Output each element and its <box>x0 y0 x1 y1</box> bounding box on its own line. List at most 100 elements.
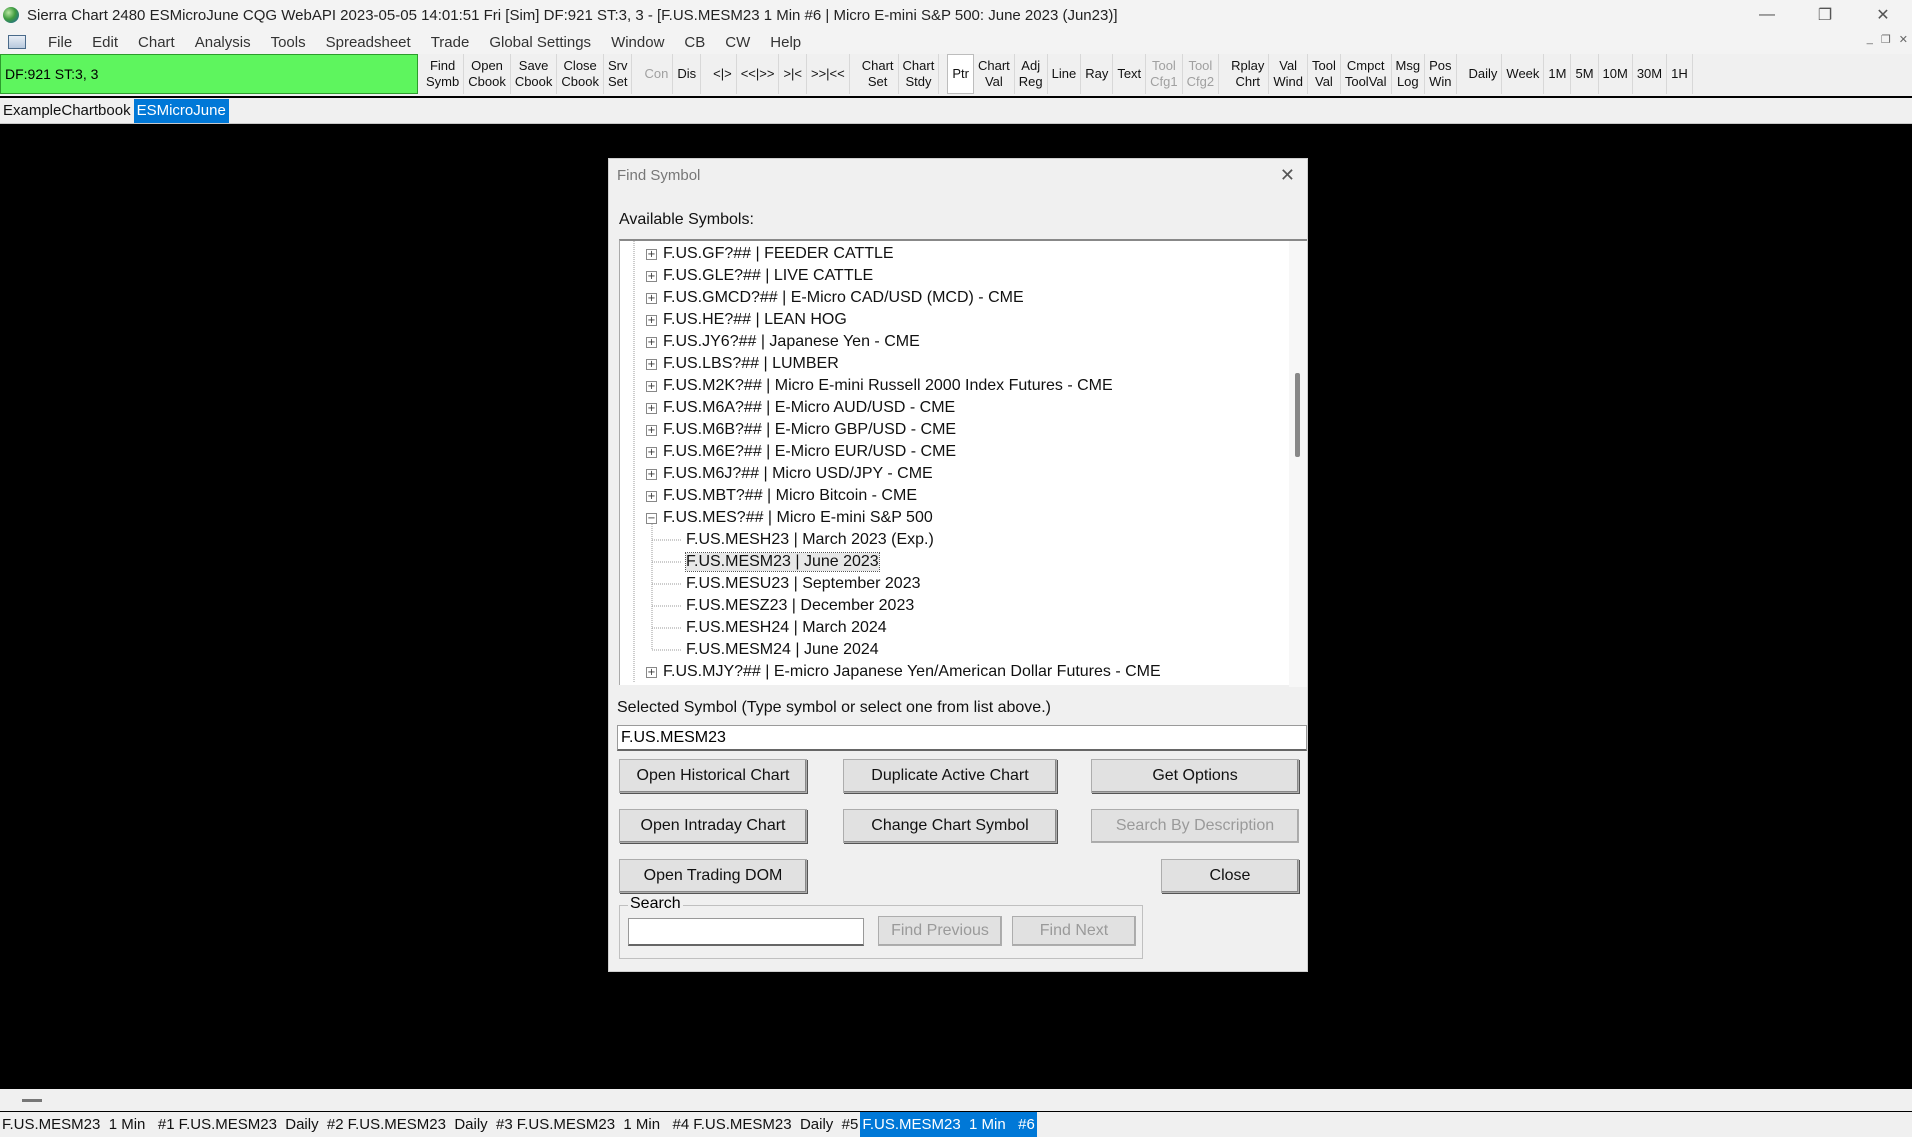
expand-plus-icon[interactable]: + <box>646 402 657 414</box>
mdi-restore-icon[interactable]: ❐ <box>1881 33 1891 46</box>
chart-tab-2[interactable]: F.US.MESM23 Daily #2 <box>177 1112 346 1137</box>
find-next-button[interactable]: Find Next <box>1012 916 1136 946</box>
scroll-thumb[interactable] <box>22 1099 42 1102</box>
tree-symbol-group[interactable]: − F.US.MES?## | Micro E-mini S&P 500 <box>646 507 933 529</box>
tree-symbol-group[interactable]: + F.US.M6B?## | E-Micro GBP/USD - CME <box>646 419 956 441</box>
expand-plus-icon[interactable]: + <box>646 336 657 348</box>
expand-plus-icon[interactable]: + <box>646 314 657 326</box>
change-chart-symbol-button[interactable]: Change Chart Symbol <box>843 809 1057 843</box>
open-intraday-chart-button[interactable]: Open Intraday Chart <box>619 809 807 843</box>
expand-plus-icon[interactable]: + <box>646 424 657 436</box>
toolbar-button-16[interactable]: Line <box>1048 54 1082 94</box>
toolbar-button-15[interactable]: Adj Reg <box>1015 54 1048 94</box>
toolbar-button-19[interactable]: Tool Cfg1 <box>1146 54 1183 94</box>
toolbar-button-5[interactable]: Con <box>640 54 674 94</box>
close-icon[interactable]: ✕ <box>1854 0 1912 30</box>
dialog-close-icon[interactable]: ✕ <box>1280 165 1295 186</box>
tree-contract-item[interactable]: F.US.MESH24 | March 2024 <box>686 617 887 639</box>
tree-symbol-group[interactable]: + F.US.GF?## | FEEDER CATTLE <box>646 243 894 265</box>
toolbar-button-12[interactable]: Chart Stdy <box>899 54 940 94</box>
mdi-minimize-icon[interactable]: _ <box>1867 33 1873 46</box>
toolbar-button-22[interactable]: Val Wind <box>1269 54 1308 94</box>
toolbar-button-1[interactable]: Open Cbook <box>464 54 511 94</box>
mdi-close-icon[interactable]: ✕ <box>1899 33 1908 46</box>
tree-contract-item[interactable]: F.US.MESZ23 | December 2023 <box>686 595 914 617</box>
chart-tab-4[interactable]: F.US.MESM23 1 Min #4 <box>515 1112 692 1137</box>
tree-symbol-group[interactable]: + F.US.MJY?## | E-micro Japanese Yen/Amer… <box>646 661 1161 683</box>
tree-contract-item[interactable]: F.US.MESH23 | March 2023 (Exp.) <box>686 529 934 551</box>
menu-file[interactable]: File <box>38 34 82 51</box>
toolbar-button-10[interactable]: >>|<< <box>807 54 850 94</box>
toolbar-button-27[interactable]: Daily <box>1465 54 1503 94</box>
minimize-icon[interactable]: — <box>1738 0 1796 30</box>
toolbar-button-6[interactable]: Dis <box>673 54 702 94</box>
toolbar-button-25[interactable]: Msg Log <box>1392 54 1426 94</box>
toolbar-button-8[interactable]: <<|>> <box>737 54 780 94</box>
menu-cw[interactable]: CW <box>715 34 760 51</box>
expand-plus-icon[interactable]: + <box>646 666 657 678</box>
tree-contract-item[interactable]: F.US.MESM23 | June 2023 <box>685 551 880 573</box>
toolbar-button-29[interactable]: 1M <box>1544 54 1572 94</box>
toolbar-button-24[interactable]: Cmpct ToolVal <box>1341 54 1392 94</box>
tree-scroll-thumb[interactable] <box>1295 373 1300 457</box>
duplicate-active-chart-button[interactable]: Duplicate Active Chart <box>843 759 1057 793</box>
toolbar-button-9[interactable]: >|< <box>779 54 807 94</box>
toolbar-button-20[interactable]: Tool Cfg2 <box>1183 54 1220 94</box>
toolbar-button-18[interactable]: Text <box>1113 54 1147 94</box>
chart-tab-3[interactable]: F.US.MESM23 Daily #3 <box>346 1112 515 1137</box>
close-button[interactable]: Close <box>1161 859 1299 893</box>
selected-symbol-input[interactable]: F.US.MESM23 <box>617 725 1307 751</box>
toolbar-button-30[interactable]: 5M <box>1571 54 1599 94</box>
expand-plus-icon[interactable]: + <box>646 358 657 370</box>
mdi-document-icon[interactable] <box>8 35 26 49</box>
menu-tools[interactable]: Tools <box>261 34 316 51</box>
tree-symbol-group[interactable]: + F.US.M6E?## | E-Micro EUR/USD - CME <box>646 441 956 463</box>
toolbar-button-28[interactable]: Week <box>1502 54 1545 94</box>
tree-symbol-group[interactable]: + F.US.M2K?## | Micro E-mini Russell 2000… <box>646 375 1113 397</box>
tree-scrollbar[interactable] <box>1289 241 1307 687</box>
find-previous-button[interactable]: Find Previous <box>878 916 1002 946</box>
menu-help[interactable]: Help <box>760 34 811 51</box>
toolbar-button-3[interactable]: Close Cbook <box>557 54 604 94</box>
toolbar-button-11[interactable]: Chart Set <box>858 54 899 94</box>
menu-edit[interactable]: Edit <box>82 34 128 51</box>
tree-symbol-group[interactable]: + F.US.GMCD?## | E-Micro CAD/USD (MCD) - … <box>646 287 1024 309</box>
toolbar-button-31[interactable]: 10M <box>1599 54 1633 94</box>
menu-trade[interactable]: Trade <box>421 34 480 51</box>
tree-contract-item[interactable]: F.US.MESU23 | September 2023 <box>686 573 921 595</box>
tree-contract-item[interactable]: F.US.MESM24 | June 2024 <box>686 639 879 661</box>
menu-window[interactable]: Window <box>601 34 674 51</box>
toolbar-button-21[interactable]: Rplay Chrt <box>1227 54 1270 94</box>
expand-plus-icon[interactable]: + <box>646 468 657 480</box>
toolbar-button-26[interactable]: Pos Win <box>1425 54 1457 94</box>
menu-chart[interactable]: Chart <box>128 34 185 51</box>
chart-horizontal-scrollbar[interactable] <box>0 1089 1912 1111</box>
chartbook-tab-esmicrojune[interactable]: ESMicroJune <box>133 98 229 123</box>
toolbar-button-32[interactable]: 30M <box>1633 54 1668 94</box>
expand-plus-icon[interactable]: + <box>646 292 657 304</box>
tree-symbol-group[interactable]: + F.US.M6A?## | E-Micro AUD/USD - CME <box>646 397 955 419</box>
toolbar-button-14[interactable]: Chart Val <box>974 54 1015 94</box>
expand-plus-icon[interactable]: + <box>646 248 657 260</box>
get-options-button[interactable]: Get Options <box>1091 759 1299 793</box>
toolbar-button-4[interactable]: Srv Set <box>604 54 633 94</box>
chart-tab-1[interactable]: F.US.MESM23 1 Min #1 <box>0 1112 177 1137</box>
tree-symbol-group[interactable]: + F.US.JY6?## | Japanese Yen - CME <box>646 331 920 353</box>
chart-tab-6[interactable]: F.US.MESM23 1 Min #6 <box>860 1112 1037 1137</box>
expand-plus-icon[interactable]: + <box>646 446 657 458</box>
toolbar-button-33[interactable]: 1H <box>1667 54 1693 94</box>
search-input[interactable] <box>628 918 864 946</box>
expand-plus-icon[interactable]: + <box>646 490 657 502</box>
tree-symbol-group[interactable]: + F.US.MBT?## | Micro Bitcoin - CME <box>646 485 917 507</box>
toolbar-button-13[interactable]: Ptr <box>947 54 974 94</box>
toolbar-button-17[interactable]: Ray <box>1081 54 1114 94</box>
chartbook-tab-examplechartbook[interactable]: ExampleChartbook <box>0 99 134 123</box>
tree-symbol-group[interactable]: + F.US.GLE?## | LIVE CATTLE <box>646 265 873 287</box>
open-trading-dom-button[interactable]: Open Trading DOM <box>619 859 807 893</box>
expand-plus-icon[interactable]: + <box>646 270 657 282</box>
menu-global-settings[interactable]: Global Settings <box>479 34 601 51</box>
restore-icon[interactable]: ❐ <box>1796 0 1854 30</box>
symbol-tree[interactable]: + F.US.GF?## | FEEDER CATTLE + F.US.GLE?## … <box>619 239 1307 687</box>
menu-analysis[interactable]: Analysis <box>185 34 261 51</box>
toolbar-button-0[interactable]: Find Symb <box>422 54 465 94</box>
